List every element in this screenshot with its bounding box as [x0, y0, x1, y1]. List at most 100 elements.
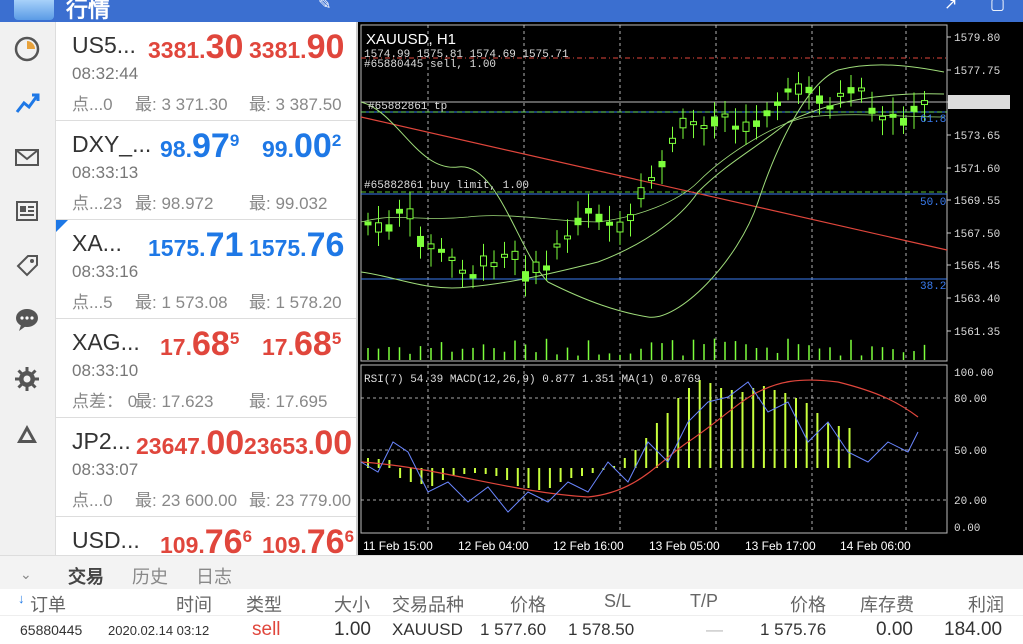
- tab-history[interactable]: 历史: [132, 563, 168, 589]
- ask-sup: 2: [331, 131, 342, 150]
- quote-bid[interactable]: 98.979: [160, 127, 239, 166]
- quote-row[interactable]: DXY_... 08:33:13 点...23 最: 98.972 最: 99.032 9…: [56, 121, 356, 220]
- col-type[interactable]: 类型: [246, 591, 282, 617]
- quote-row[interactable]: US5... 08:32:44 点...0 最: 3 371.30 最: 3 387.5…: [56, 22, 356, 121]
- candle-body: [490, 262, 498, 268]
- ask-sup: 5: [331, 329, 342, 348]
- cell-symbol: XAUUSD: [392, 620, 463, 639]
- col-time[interactable]: 时间: [176, 591, 212, 617]
- col-price-open[interactable]: 价格: [510, 591, 546, 617]
- chat-nav-icon[interactable]: [12, 304, 42, 334]
- quotes-icon: [14, 36, 40, 62]
- candle-body: [459, 269, 466, 274]
- col-price-current[interactable]: 价格: [790, 591, 826, 617]
- time-axis-label: 12 Feb 16:00: [553, 539, 624, 553]
- chat-icon: [16, 309, 38, 331]
- quote-time: 08:33:13: [72, 163, 139, 182]
- candle-body: [889, 113, 897, 118]
- quote-bid[interactable]: 17.685: [160, 325, 239, 364]
- quote-row[interactable]: XAG... 08:33:10 点差： 0 最: 17.623 最: 17.695 17.…: [56, 319, 356, 418]
- chart-canvas[interactable]: 1579.801577.751575.711573.651571.601569.…: [358, 22, 1023, 555]
- col-profit[interactable]: 利润: [968, 591, 1004, 617]
- window-icon[interactable]: ▢: [990, 0, 1005, 14]
- fib-618-label: 61.8: [920, 114, 946, 126]
- ask-main: 1575.: [249, 235, 307, 261]
- col-swap[interactable]: 库存费: [860, 591, 914, 617]
- quote-ask[interactable]: 109.766: [262, 523, 354, 555]
- quotes-nav-icon[interactable]: [12, 34, 42, 64]
- candle-body: [753, 120, 760, 127]
- quote-bid[interactable]: 109.766: [160, 523, 252, 555]
- price-label: 1569.55: [954, 196, 1000, 208]
- candle-body: [595, 213, 603, 223]
- quote-row[interactable]: JP2... 08:33:07 点...0 最: 23 600.00 最: 23 779…: [56, 418, 356, 517]
- quote-ask[interactable]: 1575.76: [249, 226, 344, 265]
- col-size[interactable]: 大小: [334, 591, 370, 617]
- cell-swap: 0.00: [876, 619, 913, 640]
- price-label: 1573.65: [954, 131, 1000, 143]
- candle-body: [543, 265, 550, 271]
- tag-nav-icon[interactable]: [12, 250, 42, 280]
- quote-bid[interactable]: 3381.30: [148, 28, 243, 67]
- price-label: 1579.80: [954, 33, 1000, 45]
- bid-main: 23647.: [136, 433, 207, 459]
- indicator-label: RSI(7) 54.39 MACD(12,26,9) 0.877 1.351 M…: [364, 374, 701, 386]
- candle-body: [417, 235, 424, 247]
- time-axis-label: 12 Feb 04:00: [458, 539, 529, 553]
- col-tp[interactable]: T/P: [690, 591, 718, 612]
- candle-body: [910, 105, 918, 112]
- candle-body: [837, 92, 844, 97]
- table-row[interactable]: 65880445 2020.02.14 03:12 sell 1.00 XAUU…: [0, 615, 1023, 644]
- candle-body: [648, 177, 655, 182]
- band-middle: [360, 114, 945, 223]
- quote-row[interactable]: XA... 08:33:16 点...5 最: 1 573.08 最: 1 578.20…: [56, 220, 356, 319]
- quote-ask[interactable]: 23653.00: [244, 424, 352, 463]
- price-chart[interactable]: 1579.801577.751575.711573.651571.601569.…: [358, 22, 1023, 555]
- indicator-level-label: 80.00: [954, 394, 987, 406]
- candle-body: [469, 274, 477, 279]
- candle-body: [448, 256, 456, 262]
- quote-symbol: XA...: [72, 230, 122, 256]
- bid-main: 3381.: [148, 37, 206, 63]
- candle-body: [406, 208, 414, 220]
- candle-body: [480, 255, 487, 267]
- cell-profit: 184.00: [944, 619, 1003, 640]
- candle-body: [690, 121, 697, 126]
- gear-icon: [15, 367, 39, 391]
- price-label: 1565.45: [954, 261, 1000, 273]
- ask-main: 3381.: [249, 37, 307, 63]
- community-nav-icon[interactable]: [12, 420, 42, 450]
- quote-time: 08:33:16: [72, 262, 139, 281]
- rsi-line: [360, 381, 919, 513]
- news-nav-icon[interactable]: [12, 196, 42, 226]
- collapse-icon[interactable]: ⌄: [20, 566, 32, 583]
- ask-big: 90: [306, 28, 345, 66]
- candle-body: [711, 116, 718, 127]
- time-axis-label: 13 Feb 17:00: [745, 539, 816, 553]
- ask-big: 68: [293, 325, 332, 363]
- quote-bid[interactable]: 23647.00: [136, 424, 244, 463]
- quote-ask[interactable]: 3381.90: [249, 28, 344, 67]
- edit-icon[interactable]: ✎: [318, 0, 331, 14]
- settings-nav-icon[interactable]: [12, 364, 42, 394]
- bid-big: 00: [206, 424, 245, 462]
- quote-bid[interactable]: 1575.71: [148, 226, 243, 265]
- quote-ask[interactable]: 17.685: [262, 325, 341, 364]
- ask-sup: 6: [344, 527, 355, 546]
- tab-journal[interactable]: 日志: [196, 563, 232, 589]
- col-order[interactable]: 订单: [30, 591, 66, 617]
- indicator-level-label: 0.00: [954, 523, 980, 535]
- col-sl[interactable]: S/L: [604, 591, 631, 612]
- quote-ask[interactable]: 99.002: [262, 127, 341, 166]
- cursor-icon[interactable]: ↗: [944, 0, 957, 14]
- mail-nav-icon[interactable]: [12, 142, 42, 172]
- ask-big: 00: [293, 127, 332, 165]
- fib-382-label: 38.2: [920, 281, 946, 293]
- top-bar: 行情 ✎ ↗ ▢: [0, 0, 1023, 22]
- candle-body: [658, 161, 666, 168]
- sort-arrow-icon[interactable]: ↓: [18, 591, 25, 606]
- col-symbol[interactable]: 交易品种: [392, 591, 464, 617]
- chart-nav-icon[interactable]: [12, 88, 42, 118]
- current-price-box: [948, 95, 1010, 109]
- quote-row[interactable]: USD... 109.766 109.766: [56, 517, 356, 555]
